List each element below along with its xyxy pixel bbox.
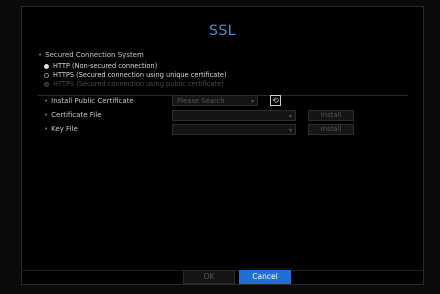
radio-option-https-unique-label: HTTPS (Secured connection using unique c…	[53, 71, 227, 79]
cancel-button[interactable]: Cancel	[239, 270, 291, 284]
radio-option-https-public: HTTPS (Secured connection using public c…	[44, 80, 224, 88]
install-public-certificate-label: • Install Public Certificate	[44, 97, 134, 105]
refresh-icon: ⟲	[272, 96, 279, 105]
certificate-file-label-text: Certificate File	[51, 111, 102, 119]
radio-option-https-public-label: HTTPS (Secured connection using public c…	[53, 80, 224, 88]
certificate-file-select: ▾	[172, 110, 296, 121]
install-public-certificate-label-text: Install Public Certificate	[51, 97, 134, 105]
public-certificate-select[interactable]: Please Search ▾	[172, 95, 258, 106]
chevron-down-icon: ▾	[288, 127, 292, 134]
bullet-icon: •	[44, 125, 49, 133]
chevron-down-icon: ▾	[288, 113, 292, 120]
bullet-icon: •	[44, 111, 49, 119]
radio-option-https-unique[interactable]: HTTPS (Secured connection using unique c…	[44, 71, 227, 79]
dialog-title: SSL	[208, 23, 237, 39]
refresh-button[interactable]: ⟲	[270, 95, 281, 106]
certificate-file-label: • Certificate File	[44, 111, 101, 119]
radio-disabled-icon	[44, 81, 49, 87]
secured-connection-section-label: • Secured Connection System	[38, 51, 144, 59]
ok-button: OK	[183, 270, 235, 284]
key-install-button: Install	[308, 124, 354, 135]
radio-checked-icon[interactable]	[44, 63, 49, 69]
radio-unchecked-icon[interactable]	[44, 72, 49, 78]
bullet-icon: •	[44, 97, 49, 105]
key-file-label: • Key File	[44, 125, 78, 133]
certificate-install-button: Install	[308, 110, 354, 121]
radio-option-http-label: HTTP (Non-secured connection)	[53, 62, 158, 70]
radio-option-http[interactable]: HTTP (Non-secured connection)	[44, 62, 157, 70]
ssl-dialog: SSL • Secured Connection System HTTP (Non…	[21, 6, 424, 285]
key-file-select: ▾	[172, 124, 296, 135]
key-file-label-text: Key File	[51, 125, 78, 133]
chevron-down-icon: ▾	[250, 98, 254, 105]
public-certificate-placeholder: Please Search	[177, 97, 225, 105]
secured-connection-label-text: Secured Connection System	[45, 51, 144, 59]
bullet-icon: •	[38, 51, 43, 59]
